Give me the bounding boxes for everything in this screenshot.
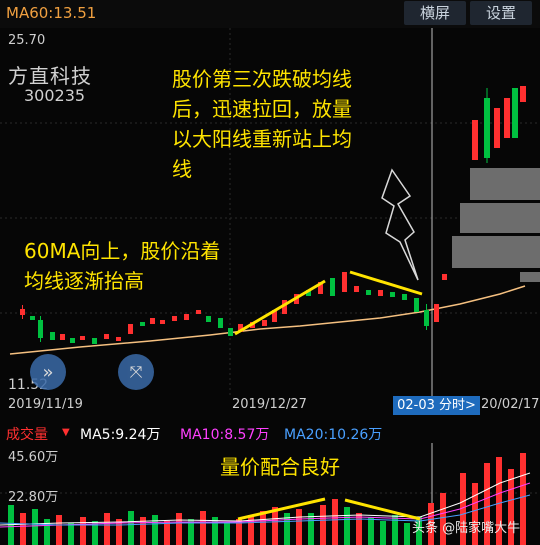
date-mid: 2019/12/27	[232, 397, 307, 412]
annotation-line: 线	[172, 157, 192, 181]
annotation-line: 以大阳线重新站上均	[172, 127, 352, 151]
date-start: 2019/11/19	[8, 397, 83, 412]
annotation-trend: 60MA向上，股价沿着 均线逐渐抬高	[24, 236, 220, 296]
annotation-line: 股价第三次跌破均线	[172, 67, 352, 91]
landscape-button[interactable]: 横屏	[404, 1, 466, 25]
volume-header: 成交量 ▼ MA5:9.24万 MA10:8.57万 MA20:10.26万	[0, 420, 540, 444]
volume-label[interactable]: 成交量	[6, 424, 48, 444]
pullback-guide	[349, 270, 423, 296]
popup-block	[452, 236, 540, 268]
date-end: 20/02/17	[481, 397, 540, 412]
ma20-readout: MA20:10.26万	[284, 427, 383, 443]
ma60-readout: MA60:13.51	[6, 4, 97, 22]
annotation-breakdown: 股价第三次跌破均线 后，迅速拉回，放量 以大阳线重新站上均 线	[172, 64, 352, 184]
settings-button[interactable]: 设置	[470, 1, 532, 25]
fast-forward-button[interactable]: »	[30, 354, 66, 390]
expand-button[interactable]: ⤧	[118, 354, 154, 390]
popup-block	[470, 168, 540, 200]
annotation-line: 60MA向上，股价沿着	[24, 239, 221, 263]
volume-axis-mid: 22.80万	[8, 490, 59, 505]
ma60-line	[9, 285, 526, 355]
volume-axis-high: 45.60万	[8, 450, 59, 465]
stock-chart-screen: MA60:13.51 横屏 设置 方直科技 300235 25.70 11.52…	[0, 0, 540, 545]
ma10-readout: MA10:8.57万	[180, 427, 270, 443]
ma5-readout: MA5:9.24万	[80, 427, 161, 443]
uptrend-guide	[234, 279, 326, 336]
annotation-volume: 量价配合良好	[220, 455, 340, 479]
stock-code: 300235	[24, 86, 86, 105]
watermark: 头条 @陆家嘴大牛	[412, 521, 521, 536]
popup-block	[460, 203, 540, 233]
expand-arrows-icon: ⤧	[129, 362, 143, 381]
price-axis-high: 25.70	[8, 33, 46, 48]
lightning-icon	[381, 168, 419, 281]
intraday-badge[interactable]: 02-03 分时>	[393, 396, 480, 415]
annotation-line: 均线逐渐抬高	[24, 269, 144, 293]
dropdown-caret-icon[interactable]: ▼	[62, 427, 70, 438]
stock-name: 方直科技	[8, 64, 92, 88]
annotation-line: 后，迅速拉回，放量	[172, 97, 352, 121]
double-chevron-right-icon: »	[42, 361, 54, 383]
candles-late	[472, 86, 526, 163]
popup-block	[520, 272, 540, 282]
